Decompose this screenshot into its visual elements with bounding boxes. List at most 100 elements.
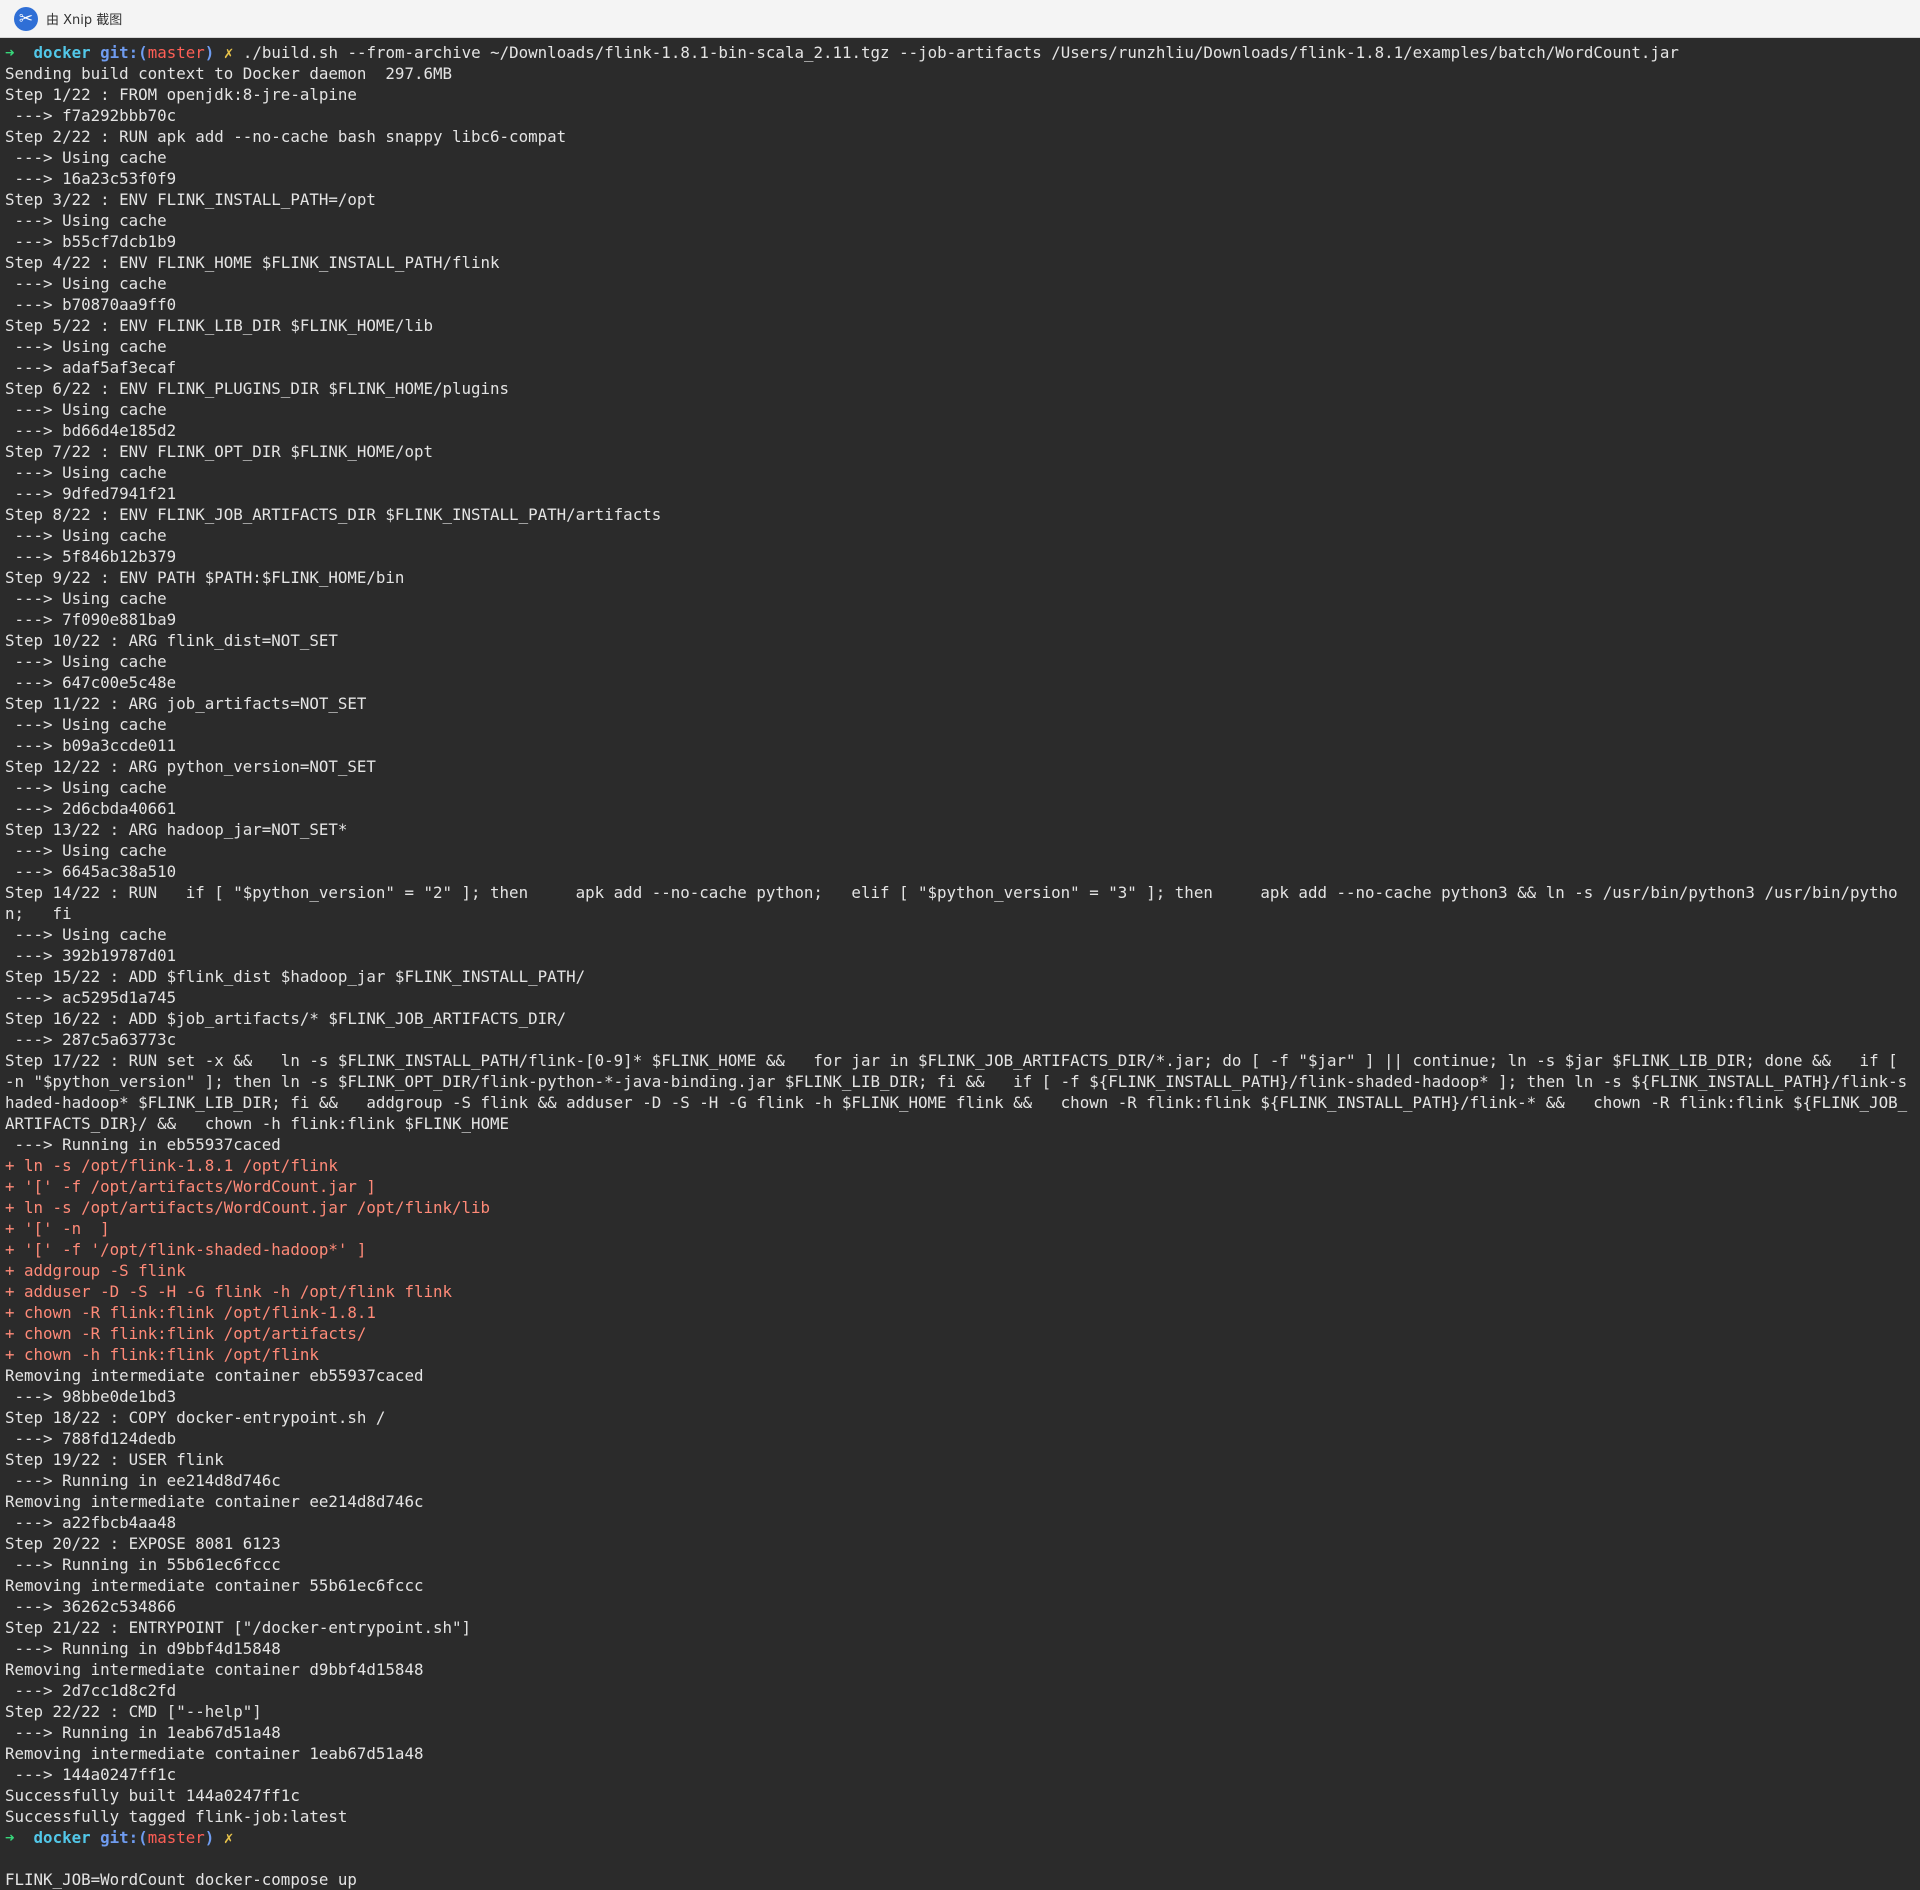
output-line: ---> 98bbe0de1bd3 xyxy=(5,1387,177,1406)
output-line: ---> Using cache xyxy=(5,274,167,293)
output-line: ---> b55cf7dcb1b9 xyxy=(5,232,177,251)
output-line: ---> Using cache xyxy=(5,589,167,608)
trace-line: + ln -s /opt/flink-1.8.1 /opt/flink xyxy=(5,1156,338,1175)
prompt-line: ➜ docker git:(master) ✗ ./build.sh --fro… xyxy=(5,42,1920,63)
output-line: ---> b70870aa9ff0 xyxy=(5,295,177,314)
output-line: ---> 2d7cc1d8c2fd xyxy=(5,1681,177,1700)
output-line: ---> Using cache xyxy=(5,778,167,797)
xnip-app-icon: ✂ xyxy=(14,6,38,31)
output-line: Step 15/22 : ADD $flink_dist $hadoop_jar… xyxy=(5,967,586,986)
output-line: Step 21/22 : ENTRYPOINT ["/docker-entryp… xyxy=(5,1618,472,1637)
output-line: ---> 5f846b12b379 xyxy=(5,547,177,566)
trace-line: + '[' -f '/opt/flink-shaded-hadoop*' ] xyxy=(5,1240,367,1259)
output-line: ---> ac5295d1a745 xyxy=(5,988,177,1007)
output-line: Step 9/22 : ENV PATH $PATH:$FLINK_HOME/b… xyxy=(5,568,405,587)
output-line: Step 19/22 : USER flink xyxy=(5,1450,224,1469)
output-line: Step 8/22 : ENV FLINK_JOB_ARTIFACTS_DIR … xyxy=(5,505,662,524)
output-line: ---> 788fd124dedb xyxy=(5,1429,177,1448)
window-title: 由 Xnip 截图 xyxy=(46,13,123,28)
output-line: ---> 9dfed7941f21 xyxy=(5,484,177,503)
output-line: Step 16/22 : ADD $job_artifacts/* $FLINK… xyxy=(5,1009,567,1028)
output-line: ---> Using cache xyxy=(5,148,167,167)
prompt-git-close: ) xyxy=(204,1828,215,1847)
output-line: ---> 16a23c53f0f9 xyxy=(5,169,177,188)
trace-line: + chown -h flink:flink /opt/flink xyxy=(5,1345,319,1364)
prompt-dir: docker xyxy=(33,43,91,62)
trace-line: + chown -R flink:flink /opt/artifacts/ xyxy=(5,1324,367,1343)
output-line: Step 2/22 : RUN apk add --no-cache bash … xyxy=(5,127,567,146)
output-line: ---> Using cache xyxy=(5,715,167,734)
command-text: ./build.sh --from-archive ~/Downloads/fl… xyxy=(242,43,1679,62)
output-line: ---> f7a292bbb70c xyxy=(5,106,177,125)
output-line: ---> 36262c534866 xyxy=(5,1597,177,1616)
terminal-output[interactable]: ➜ docker git:(master) ✗ ./build.sh --fro… xyxy=(0,38,1920,1890)
trace-line: + '[' -f /opt/artifacts/WordCount.jar ] xyxy=(5,1177,376,1196)
output-line: Step 11/22 : ARG job_artifacts=NOT_SET xyxy=(5,694,367,713)
output-line: ---> Running in ee214d8d746c xyxy=(5,1471,281,1490)
prompt-arrow-icon: ➜ xyxy=(5,43,15,62)
output-line: ---> Running in eb55937caced xyxy=(5,1135,281,1154)
output-line: ---> Using cache xyxy=(5,841,167,860)
output-line: ---> Using cache xyxy=(5,400,167,419)
output-line: ---> Running in d9bbf4d15848 xyxy=(5,1639,281,1658)
build-output-block-1: Sending build context to Docker daemon 2… xyxy=(5,63,1920,1050)
output-line: ---> b09a3ccde011 xyxy=(5,736,177,755)
output-line: ---> 2d6cbda40661 xyxy=(5,799,177,818)
output-line: ---> 287c5a63773c xyxy=(5,1030,177,1049)
output-line: Sending build context to Docker daemon 2… xyxy=(5,64,452,83)
output-line: Step 3/22 : ENV FLINK_INSTALL_PATH=/opt xyxy=(5,190,376,209)
output-line: ---> Using cache xyxy=(5,652,167,671)
output-line: Step 20/22 : EXPOSE 8081 6123 xyxy=(5,1534,281,1553)
output-line: Step 5/22 : ENV FLINK_LIB_DIR $FLINK_HOM… xyxy=(5,316,433,335)
trace-line: + adduser -D -S -H -G flink -h /opt/flin… xyxy=(5,1282,452,1301)
output-line: Removing intermediate container eb55937c… xyxy=(5,1366,424,1385)
prompt-dirty-icon: ✗ xyxy=(223,1828,234,1847)
output-line: Step 1/22 : FROM openjdk:8-jre-alpine xyxy=(5,85,357,104)
output-line: Step 10/22 : ARG flink_dist=NOT_SET xyxy=(5,631,338,650)
prompt-dirty-icon: ✗ xyxy=(223,43,234,62)
output-line: ---> 7f090e881ba9 xyxy=(5,610,177,629)
output-line: Step 22/22 : CMD ["--help"] xyxy=(5,1702,262,1721)
prompt-git-label: git:( xyxy=(100,43,148,62)
build-output-block-2: Removing intermediate container eb55937c… xyxy=(5,1365,1920,1827)
output-line: ---> 392b19787d01 xyxy=(5,946,177,965)
prompt-dir: docker xyxy=(33,1828,91,1847)
output-line: ---> Running in 1eab67d51a48 xyxy=(5,1723,281,1742)
prompt-branch: master xyxy=(147,1828,205,1847)
output-line: Step 14/22 : RUN if [ "$python_version" … xyxy=(5,883,1898,923)
trace-line: + ln -s /opt/artifacts/WordCount.jar /op… xyxy=(5,1198,491,1217)
output-line: ---> Using cache xyxy=(5,925,167,944)
window-titlebar: ✂ 由 Xnip 截图 xyxy=(0,0,1920,38)
prompt-arrow-icon: ➜ xyxy=(5,1828,15,1847)
trace-output-block: + ln -s /opt/flink-1.8.1 /opt/flink + '['… xyxy=(5,1155,1920,1365)
output-line: ---> Using cache xyxy=(5,463,167,482)
output-line: ---> a22fbcb4aa48 xyxy=(5,1513,177,1532)
output-line: ---> 647c00e5c48e xyxy=(5,673,177,692)
output-line: ---> Using cache xyxy=(5,337,167,356)
prompt-branch: master xyxy=(147,43,205,62)
step-17-line: Step 17/22 : RUN set -x && ln -s $FLINK_… xyxy=(5,1051,1908,1133)
final-command[interactable]: FLINK_JOB=WordCount docker-compose up xyxy=(5,1869,1920,1890)
output-line: ---> 6645ac38a510 xyxy=(5,862,177,881)
output-line: Removing intermediate container ee214d8d… xyxy=(5,1492,424,1511)
output-line: ---> Using cache xyxy=(5,211,167,230)
output-line: Step 4/22 : ENV FLINK_HOME $FLINK_INSTAL… xyxy=(5,253,500,272)
prompt-git-label: git:( xyxy=(100,1828,148,1847)
output-line: ---> adaf5af3ecaf xyxy=(5,358,177,377)
output-line: ---> 144a0247ff1c xyxy=(5,1765,177,1784)
output-line: Step 12/22 : ARG python_version=NOT_SET xyxy=(5,757,376,776)
output-line: ---> Using cache xyxy=(5,526,167,545)
trace-line: + addgroup -S flink xyxy=(5,1261,186,1280)
output-line: ---> Running in 55b61ec6fccc xyxy=(5,1555,281,1574)
output-line: Step 18/22 : COPY docker-entrypoint.sh / xyxy=(5,1408,386,1427)
output-line: Successfully tagged flink-job:latest xyxy=(5,1807,348,1826)
trace-line: + '[' -n ] xyxy=(5,1219,110,1238)
trace-line: + chown -R flink:flink /opt/flink-1.8.1 xyxy=(5,1303,376,1322)
output-line: Successfully built 144a0247ff1c xyxy=(5,1786,300,1805)
output-line: Removing intermediate container 55b61ec6… xyxy=(5,1576,424,1595)
output-line: Step 6/22 : ENV FLINK_PLUGINS_DIR $FLINK… xyxy=(5,379,510,398)
output-line: Step 7/22 : ENV FLINK_OPT_DIR $FLINK_HOM… xyxy=(5,442,433,461)
output-line: Removing intermediate container d9bbf4d1… xyxy=(5,1660,424,1679)
prompt-git-close: ) xyxy=(204,43,215,62)
